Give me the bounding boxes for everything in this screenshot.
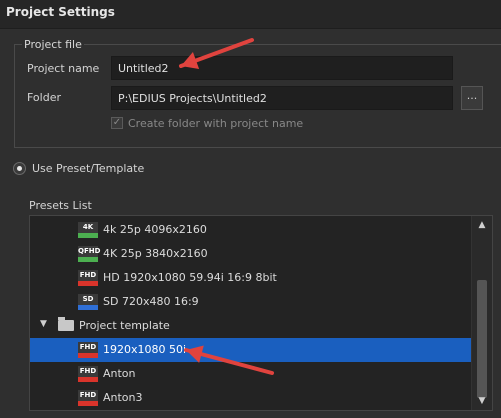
- format-badge-icon: FHD: [78, 366, 98, 382]
- preset-row[interactable]: FHD 1920x1080 50i: [30, 338, 473, 362]
- scroll-thumb[interactable]: [477, 280, 487, 398]
- use-preset-label: Use Preset/Template: [32, 162, 145, 175]
- create-folder-checkbox[interactable]: ✓: [111, 117, 123, 129]
- browse-folder-button[interactable]: ...: [461, 86, 483, 110]
- preset-row[interactable]: 4K 4k 25p 4096x2160: [30, 218, 473, 242]
- preset-row[interactable]: FHD HD 1920x1080 59.94i 16:9 8bit: [30, 266, 473, 290]
- format-badge-icon: FHD: [78, 342, 98, 358]
- presets-list-label: Presets List: [29, 199, 92, 212]
- folder-icon: [58, 317, 74, 331]
- preset-name: 4K 25p 3840x2160: [103, 247, 208, 260]
- preset-row[interactable]: ▼ Project template: [30, 314, 473, 338]
- project-name-field[interactable]: Untitled2: [111, 56, 453, 80]
- presets-scrollbar[interactable]: ▲ ▼: [471, 216, 492, 410]
- preset-name: 1920x1080 50i: [103, 343, 187, 356]
- use-preset-radio[interactable]: [13, 162, 26, 175]
- preset-row[interactable]: SD SD 720x480 16:9: [30, 290, 473, 314]
- presets-list[interactable]: 4K 4k 25p 4096x2160 QFHD 4K 25p 3840x2160 FH…: [29, 215, 493, 411]
- project-file-legend: Project file: [22, 38, 84, 51]
- create-folder-label: Create folder with project name: [128, 117, 304, 130]
- preset-name: Anton: [103, 367, 136, 380]
- preset-name: Anton3: [103, 391, 143, 404]
- format-badge-icon: QFHD: [78, 246, 100, 262]
- expand-arrow-icon[interactable]: ▼: [40, 319, 47, 329]
- preset-row[interactable]: QFHD 4K 25p 3840x2160: [30, 242, 473, 266]
- preset-row[interactable]: FHD Anton: [30, 362, 473, 386]
- format-badge-icon: SD: [78, 294, 98, 310]
- scroll-up-arrow-icon[interactable]: ▲: [476, 220, 488, 230]
- preset-row[interactable]: FHD Anton3: [30, 386, 473, 410]
- folder-label: Folder: [27, 91, 61, 104]
- title-bar: Project Settings: [0, 0, 501, 29]
- radio-selected-dot: [17, 166, 22, 171]
- preset-name: Project template: [79, 319, 170, 332]
- preset-name: HD 1920x1080 59.94i 16:9 8bit: [103, 271, 277, 284]
- preset-name: 4k 25p 4096x2160: [103, 223, 207, 236]
- format-badge-icon: 4K: [78, 222, 98, 238]
- project-name-label: Project name: [27, 62, 100, 75]
- format-badge-icon: FHD: [78, 390, 98, 406]
- preset-name: SD 720x480 16:9: [103, 295, 199, 308]
- window-title: Project Settings: [6, 5, 115, 19]
- scroll-down-arrow-icon[interactable]: ▼: [476, 396, 488, 406]
- format-badge-icon: FHD: [78, 270, 98, 286]
- folder-field[interactable]: P:\EDIUS Projects\Untitled2: [111, 86, 453, 110]
